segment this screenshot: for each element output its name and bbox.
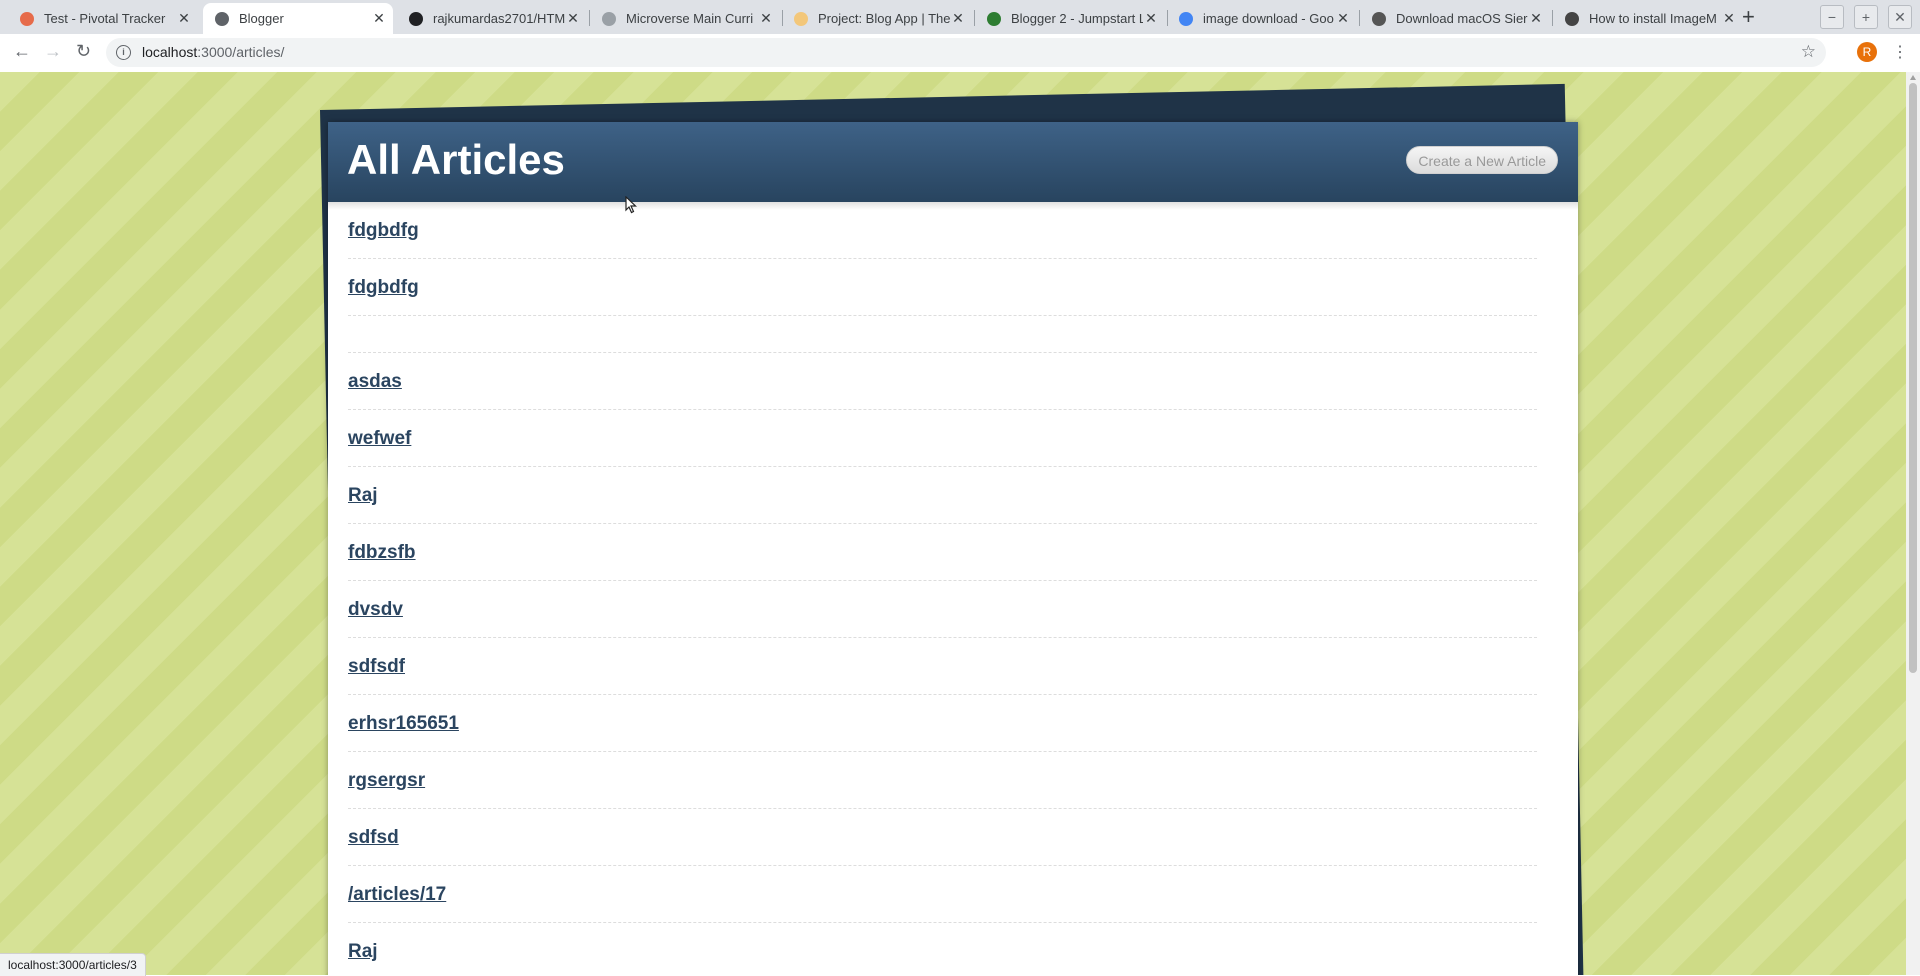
pivotal-tracker-icon <box>20 11 34 26</box>
tab-title: image download - Goo <box>1203 11 1334 26</box>
jumpstart-lab-icon <box>987 11 1001 26</box>
browser-tab[interactable]: Download macOS Sier ✕ <box>1360 3 1550 34</box>
article-list-item: /articles/17 <box>348 866 1537 923</box>
minimize-button[interactable]: − <box>1820 5 1844 29</box>
address-bar[interactable]: i localhost:3000/articles/ ☆ <box>106 38 1826 67</box>
article-list-item: Raj <box>348 923 1537 975</box>
tab-close-icon[interactable]: ✕ <box>1143 10 1159 27</box>
github-icon <box>409 11 423 26</box>
url-path: :3000/articles/ <box>197 44 285 60</box>
article-list-item: sdfsdf <box>348 638 1537 695</box>
article-link[interactable]: /articles/17 <box>348 884 446 905</box>
article-list-item: wefwef <box>348 410 1537 467</box>
article-link[interactable]: dvsdv <box>348 599 403 620</box>
browser-tab[interactable]: Test - Pivotal Tracker ✕ <box>8 3 198 34</box>
tab-title: Download macOS Sier <box>1396 11 1528 26</box>
tab-title: Blogger <box>239 11 284 26</box>
browser-tab[interactable]: Project: Blog App | The ✕ <box>782 3 972 34</box>
scroll-up-arrow-icon[interactable] <box>1910 75 1916 80</box>
tab-close-icon[interactable]: ✕ <box>1528 10 1544 27</box>
browser-menu-icon[interactable]: ⋮ <box>1892 42 1908 62</box>
articles-container: All Articles Create a New Article fdgbdf… <box>328 122 1578 975</box>
browser-tab[interactable]: Blogger ✕ <box>203 3 393 34</box>
article-list: fdgbdfg fdgbdfg asdas wefwef Raj fdbzsfb dvsdv… <box>348 202 1537 975</box>
page-header: All Articles Create a New Article <box>328 122 1578 202</box>
profile-avatar[interactable]: R <box>1857 42 1877 62</box>
article-link[interactable]: fdgbdfg <box>348 220 419 241</box>
url-text[interactable]: localhost:3000/articles/ <box>142 44 284 60</box>
article-link[interactable]: Raj <box>348 485 378 506</box>
status-bar-url: localhost:3000/articles/3 <box>0 953 146 976</box>
browser-tab[interactable]: Microverse Main Curri ✕ <box>590 3 780 34</box>
article-link[interactable]: fdbzsfb <box>348 542 416 563</box>
article-link[interactable]: erhsr165651 <box>348 713 459 734</box>
forward-icon[interactable]: → <box>44 41 62 62</box>
article-list-item: Raj <box>348 467 1537 524</box>
apple-icon <box>1372 11 1386 26</box>
back-icon[interactable]: ← <box>13 41 31 62</box>
article-link[interactable]: asdas <box>348 371 402 392</box>
new-tab-button[interactable]: + <box>1742 4 1755 30</box>
article-link[interactable]: fdgbdfg <box>348 277 419 298</box>
url-host: localhost <box>142 44 198 60</box>
browser-tab[interactable]: rajkumardas2701/HTM ✕ <box>397 3 587 34</box>
article-link[interactable]: wefwef <box>348 428 411 449</box>
tab-close-icon[interactable]: ✕ <box>1721 10 1737 27</box>
tab-title: rajkumardas2701/HTM <box>433 11 565 26</box>
article-link[interactable]: rgsergsr <box>348 770 425 791</box>
close-window-button[interactable]: ✕ <box>1888 5 1912 29</box>
tab-title: How to install ImageM <box>1589 11 1717 26</box>
article-link[interactable]: Raj <box>348 941 378 962</box>
page-viewport: All Articles Create a New Article fdgbdf… <box>0 72 1906 975</box>
theodinproject-icon <box>794 11 808 26</box>
browser-tab[interactable]: Blogger 2 - Jumpstart L ✕ <box>975 3 1165 34</box>
article-list-item: dvsdv <box>348 581 1537 638</box>
mouse-cursor-icon <box>625 196 637 214</box>
create-article-button[interactable]: Create a New Article <box>1406 146 1558 174</box>
article-list-item <box>348 316 1537 353</box>
tab-close-icon[interactable]: ✕ <box>1335 10 1351 27</box>
linux-icon <box>1565 11 1579 26</box>
article-link[interactable]: sdfsd <box>348 827 399 848</box>
tab-title: Test - Pivotal Tracker <box>44 11 166 26</box>
tab-close-icon[interactable]: ✕ <box>565 10 581 27</box>
tab-close-icon[interactable]: ✕ <box>371 10 387 27</box>
browser-tab[interactable]: image download - Goo ✕ <box>1167 3 1357 34</box>
tab-close-icon[interactable]: ✕ <box>950 10 966 27</box>
info-icon[interactable]: i <box>116 45 131 60</box>
article-list-item: erhsr165651 <box>348 695 1537 752</box>
browser-tab[interactable]: How to install ImageM ✕ <box>1553 3 1743 34</box>
tab-title: Microverse Main Curri <box>626 11 754 26</box>
article-list-item: sdfsd <box>348 809 1537 866</box>
reload-icon[interactable]: ↻ <box>76 41 91 62</box>
article-list-item: fdbzsfb <box>348 524 1537 581</box>
globe-icon <box>215 11 229 26</box>
scrollbar-thumb[interactable] <box>1909 83 1917 673</box>
tab-close-icon[interactable]: ✕ <box>176 10 192 27</box>
page-title: All Articles <box>347 136 565 183</box>
article-list-item: rgsergsr <box>348 752 1537 809</box>
tab-strip: Test - Pivotal Tracker ✕ Blogger ✕ rajkumard… <box>0 0 1920 34</box>
tab-title: Blogger 2 - Jumpstart L <box>1011 11 1143 26</box>
google-icon <box>1179 11 1193 26</box>
browser-toolbar: ← → ↻ i localhost:3000/articles/ ☆ R ⋮ <box>0 34 1920 73</box>
article-link[interactable]: sdfsdf <box>348 656 405 677</box>
article-list-item: fdgbdfg <box>348 259 1537 316</box>
tab-close-icon[interactable]: ✕ <box>758 10 774 27</box>
article-list-item: fdgbdfg <box>348 202 1537 259</box>
microverse-icon <box>602 11 616 26</box>
bookmark-star-icon[interactable]: ☆ <box>1801 42 1816 62</box>
article-list-item: asdas <box>348 353 1537 410</box>
tab-title: Project: Blog App | The <box>818 11 950 26</box>
maximize-button[interactable]: + <box>1854 5 1878 29</box>
